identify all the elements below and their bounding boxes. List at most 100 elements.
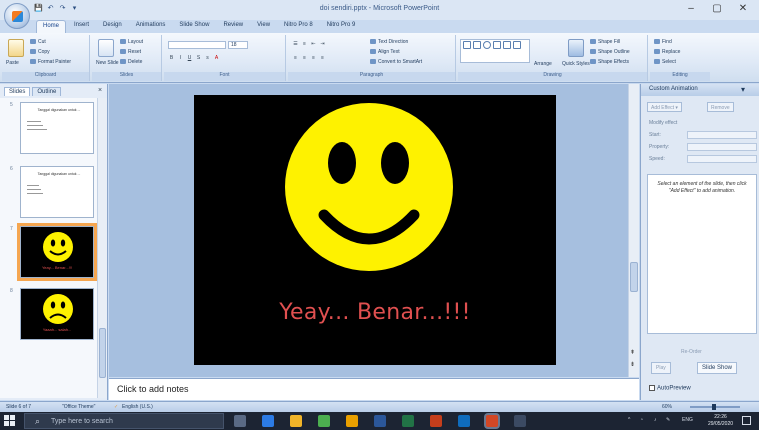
cut-button[interactable]: Cut [30,39,46,45]
tab-slides[interactable]: Slides [4,87,31,96]
office-button[interactable] [4,3,30,29]
font-name-combo[interactable] [168,41,226,49]
notification-icon[interactable] [742,416,751,425]
windows-start-icon[interactable] [4,415,16,427]
notes-pane[interactable]: Click to add notes [109,378,639,400]
delete-slide-button[interactable]: Delete [120,59,142,65]
file-explorer-icon[interactable] [290,415,302,427]
tab-nitro-pro-9[interactable]: Nitro Pro 9 [321,20,362,33]
zoom-level[interactable]: 60% [662,404,672,410]
taskbar-search[interactable]: ⌕ Type here to search [24,413,224,429]
autopreview-checkbox[interactable]: AutoPreview [649,385,691,392]
shape-effects-button[interactable]: Shape Effects [590,59,629,65]
pen-tray-icon[interactable]: ✎ [666,417,670,423]
arrow-shape-icon[interactable] [503,41,511,49]
slide-thumbnail-7[interactable]: Yeay... Benar...!!! [17,223,97,281]
align-right-icon[interactable]: ≡ [310,55,317,62]
new-slide-label[interactable]: New Slide [96,60,119,66]
powerpoint-icon[interactable] [430,415,442,427]
app-icon[interactable] [514,415,526,427]
reorder-label[interactable]: Re-Order [681,349,702,355]
language[interactable]: English (U.S.) [122,404,153,410]
text-direction-button[interactable]: Text Direction [370,39,408,45]
slide-thumbnail-6[interactable]: Tanggal digunakan untuk ... [20,166,94,218]
align-center-icon[interactable]: ≡ [301,55,308,62]
speed-field[interactable] [687,155,757,163]
tab-nitro-pro-8[interactable]: Nitro Pro 8 [278,20,319,33]
tab-design[interactable]: Design [97,20,128,33]
maximize-button[interactable]: ▢ [708,3,726,14]
new-slide-icon[interactable] [98,39,114,57]
rectangle-shape-icon[interactable] [463,41,471,49]
copy-button[interactable]: Copy [30,49,50,55]
animation-list[interactable]: Select an element of the slide, then cli… [647,174,757,334]
replace-button[interactable]: Replace [654,49,680,55]
next-slide-icon[interactable]: ⇟ [630,361,635,368]
close-pane-icon[interactable]: × [98,87,102,94]
format-painter-button[interactable]: Format Painter [30,59,71,65]
quick-styles-label[interactable]: Quick Styles [562,61,590,67]
task-pane-menu-icon[interactable]: ▾ [741,85,745,94]
slide-scrollbar[interactable]: ⇞ ⇟ [628,84,639,377]
add-effect-button[interactable]: Add Effect ▾ [647,102,682,112]
paste-label[interactable]: Paste [6,60,19,66]
arrange-button[interactable]: Arrange [534,61,552,67]
clock[interactable]: 22:26 29/05/2020 [708,414,733,428]
network-icon[interactable]: ◔ [640,417,643,423]
outlook-icon[interactable] [458,415,470,427]
slide-thumbnail-8[interactable]: Yaaah... salah... [20,288,94,340]
oval-shape-icon[interactable] [483,41,491,49]
find-button[interactable]: Find [654,39,672,45]
tab-slide-show[interactable]: Slide Show [173,20,215,33]
word-icon[interactable] [374,415,386,427]
align-text-button[interactable]: Align Text [370,49,400,55]
tray-chevron-icon[interactable]: ^ [628,417,630,423]
chrome-icon[interactable] [318,415,330,427]
play-button[interactable]: Play [651,362,671,374]
quick-styles-icon[interactable] [568,39,584,57]
notes-placeholder[interactable]: Click to add notes [117,384,189,394]
paste-icon[interactable] [8,39,24,57]
shapes-gallery[interactable] [460,39,530,63]
tab-insert[interactable]: Insert [68,20,95,33]
property-field[interactable] [687,143,757,151]
decrease-indent-icon[interactable]: ⇤ [310,41,317,48]
italic-icon[interactable]: I [177,55,184,62]
zoom-slider[interactable] [690,404,740,410]
previous-slide-icon[interactable]: ⇞ [630,349,635,356]
convert-smartart-button[interactable]: Convert to SmartArt [370,59,422,65]
underline-icon[interactable]: U [186,55,193,62]
remove-button[interactable]: Remove [707,102,734,112]
current-slide[interactable]: Yeay... Benar...!!! [194,95,556,365]
spellcheck-icon[interactable]: ✓ [114,404,118,410]
checkbox-icon[interactable] [649,385,655,391]
powerpoint-active-icon[interactable] [486,415,498,427]
slide-thumbnail-5[interactable]: Tanggal digunakan untuk ... [20,102,94,154]
bullets-icon[interactable]: ☰ [292,41,299,48]
layout-button[interactable]: Layout [120,39,143,45]
scroll-thumb[interactable] [630,262,638,292]
strikethrough-icon[interactable]: S [195,55,202,62]
justify-icon[interactable]: ≡ [319,55,326,62]
select-button[interactable]: Select [654,59,676,65]
star-shape-icon[interactable] [513,41,521,49]
minimize-button[interactable]: – [682,3,700,14]
app-icon[interactable] [346,415,358,427]
close-button[interactable]: ✕ [734,3,752,14]
scroll-thumb[interactable] [99,328,106,378]
font-color-icon[interactable]: A [213,55,220,62]
bold-icon[interactable]: B [168,55,175,62]
tab-view[interactable]: View [251,20,276,33]
start-field[interactable] [687,131,757,139]
reset-button[interactable]: Reset [120,49,141,55]
excel-icon[interactable] [402,415,414,427]
slide-caption[interactable]: Yeay... Benar...!!! [194,300,556,325]
tab-review[interactable]: Review [217,20,249,33]
tab-home[interactable]: Home [36,20,67,33]
font-size-combo[interactable]: 18 [228,41,248,49]
tab-outline[interactable]: Outline [32,87,62,96]
increase-indent-icon[interactable]: ⇥ [319,41,326,48]
tab-animations[interactable]: Animations [130,20,172,33]
shape-outline-button[interactable]: Shape Outline [590,49,630,55]
numbering-icon[interactable]: ≡ [301,41,308,48]
